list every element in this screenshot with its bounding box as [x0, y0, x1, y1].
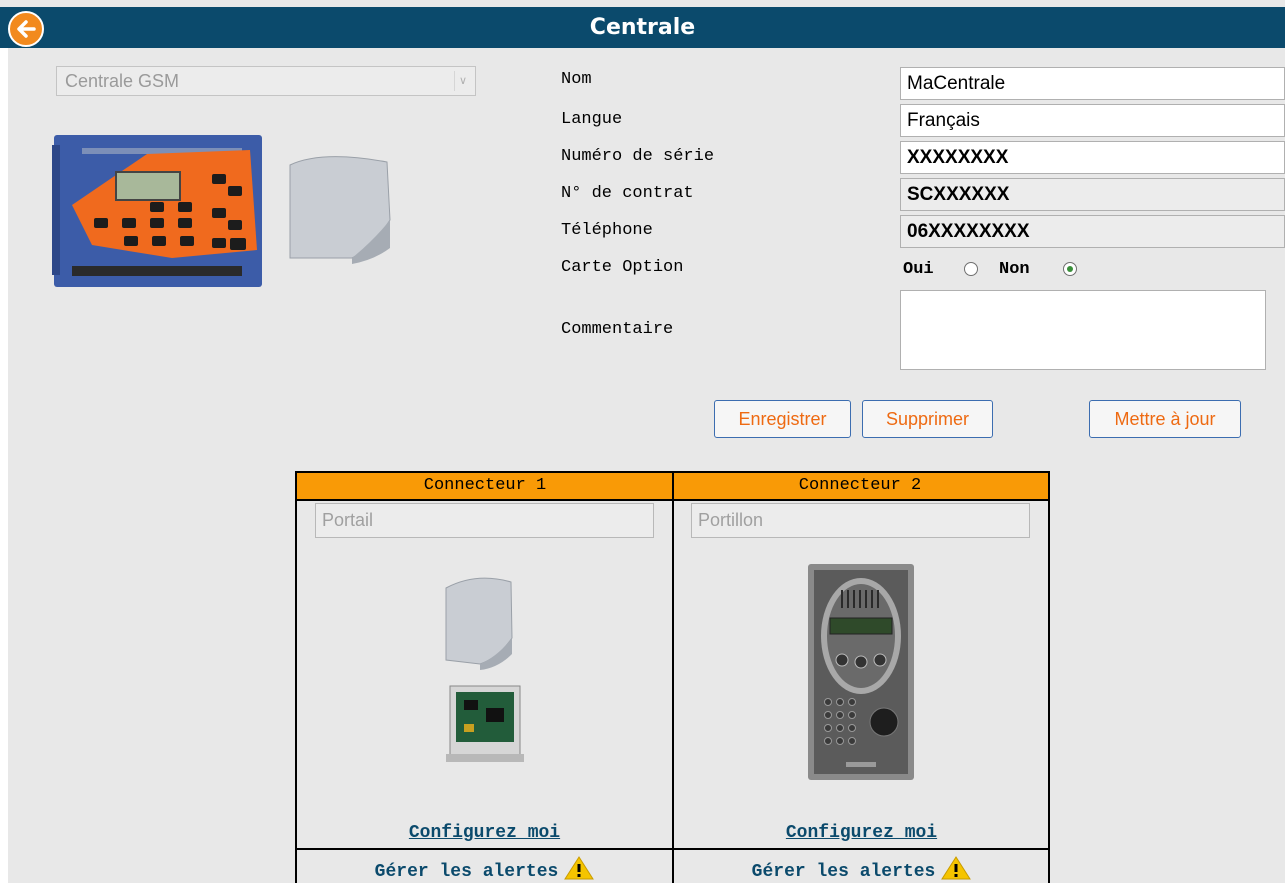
connector-2-input[interactable]: Portillon — [691, 503, 1030, 538]
connector-1-image — [445, 577, 524, 762]
connector-2-configure-link[interactable]: Configurez moi — [673, 823, 1050, 843]
device-type-value: Centrale GSM — [65, 71, 180, 91]
central-unit-image — [52, 135, 391, 287]
nom-label: Nom — [561, 70, 592, 89]
telephone-label: Téléphone — [561, 221, 653, 240]
chevron-down-icon: ∨ — [454, 71, 471, 91]
langue-select[interactable]: Français — [900, 104, 1285, 137]
header-bar: Centrale — [0, 7, 1285, 48]
non-label: Non — [999, 260, 1030, 279]
table-row-separator — [295, 848, 1050, 850]
connector-1-header: Connecteur 1 — [295, 471, 673, 501]
device-type-select[interactable]: Centrale GSM ∨ — [56, 66, 476, 96]
connector-2-header: Connecteur 2 — [672, 471, 1050, 501]
contract-number-field: SCXXXXXX — [900, 178, 1285, 211]
serial-number-input[interactable]: XXXXXXXX — [900, 141, 1285, 174]
contract-number-label: N° de contrat — [561, 184, 694, 203]
connector-2-image — [808, 564, 914, 780]
commentaire-textarea[interactable] — [900, 290, 1266, 370]
warning-icon — [564, 856, 595, 880]
non-radio[interactable] — [1063, 262, 1077, 276]
connector-2-alerts-label: Gérer les alertes — [751, 862, 936, 882]
arrow-left-icon — [17, 20, 36, 38]
update-button[interactable]: Mettre à jour — [1089, 400, 1241, 438]
carte-option-label: Carte Option — [561, 258, 684, 277]
nom-input[interactable]: MaCentrale — [900, 67, 1285, 100]
back-button[interactable] — [8, 11, 44, 47]
connector-1-alerts-link[interactable]: Gérer les alertes — [296, 856, 673, 882]
connector-1-configure-link[interactable]: Configurez moi — [296, 823, 673, 843]
telephone-field: 06XXXXXXXX — [900, 215, 1285, 248]
connector-1-input[interactable]: Portail — [315, 503, 654, 538]
column-divider — [672, 471, 674, 883]
oui-radio[interactable] — [964, 262, 978, 276]
connector-2-alerts-link[interactable]: Gérer les alertes — [673, 856, 1050, 882]
page-left-margin — [0, 48, 8, 883]
oui-label: Oui — [903, 260, 934, 279]
langue-label: Langue — [561, 110, 623, 129]
save-button[interactable]: Enregistrer — [714, 400, 851, 438]
commentaire-label: Commentaire — [561, 320, 674, 339]
serial-number-label: Numéro de série — [561, 147, 715, 166]
connector-1-alerts-label: Gérer les alertes — [374, 862, 559, 882]
delete-button[interactable]: Supprimer — [862, 400, 993, 438]
warning-icon — [941, 856, 972, 880]
page-title: Centrale — [589, 15, 696, 40]
